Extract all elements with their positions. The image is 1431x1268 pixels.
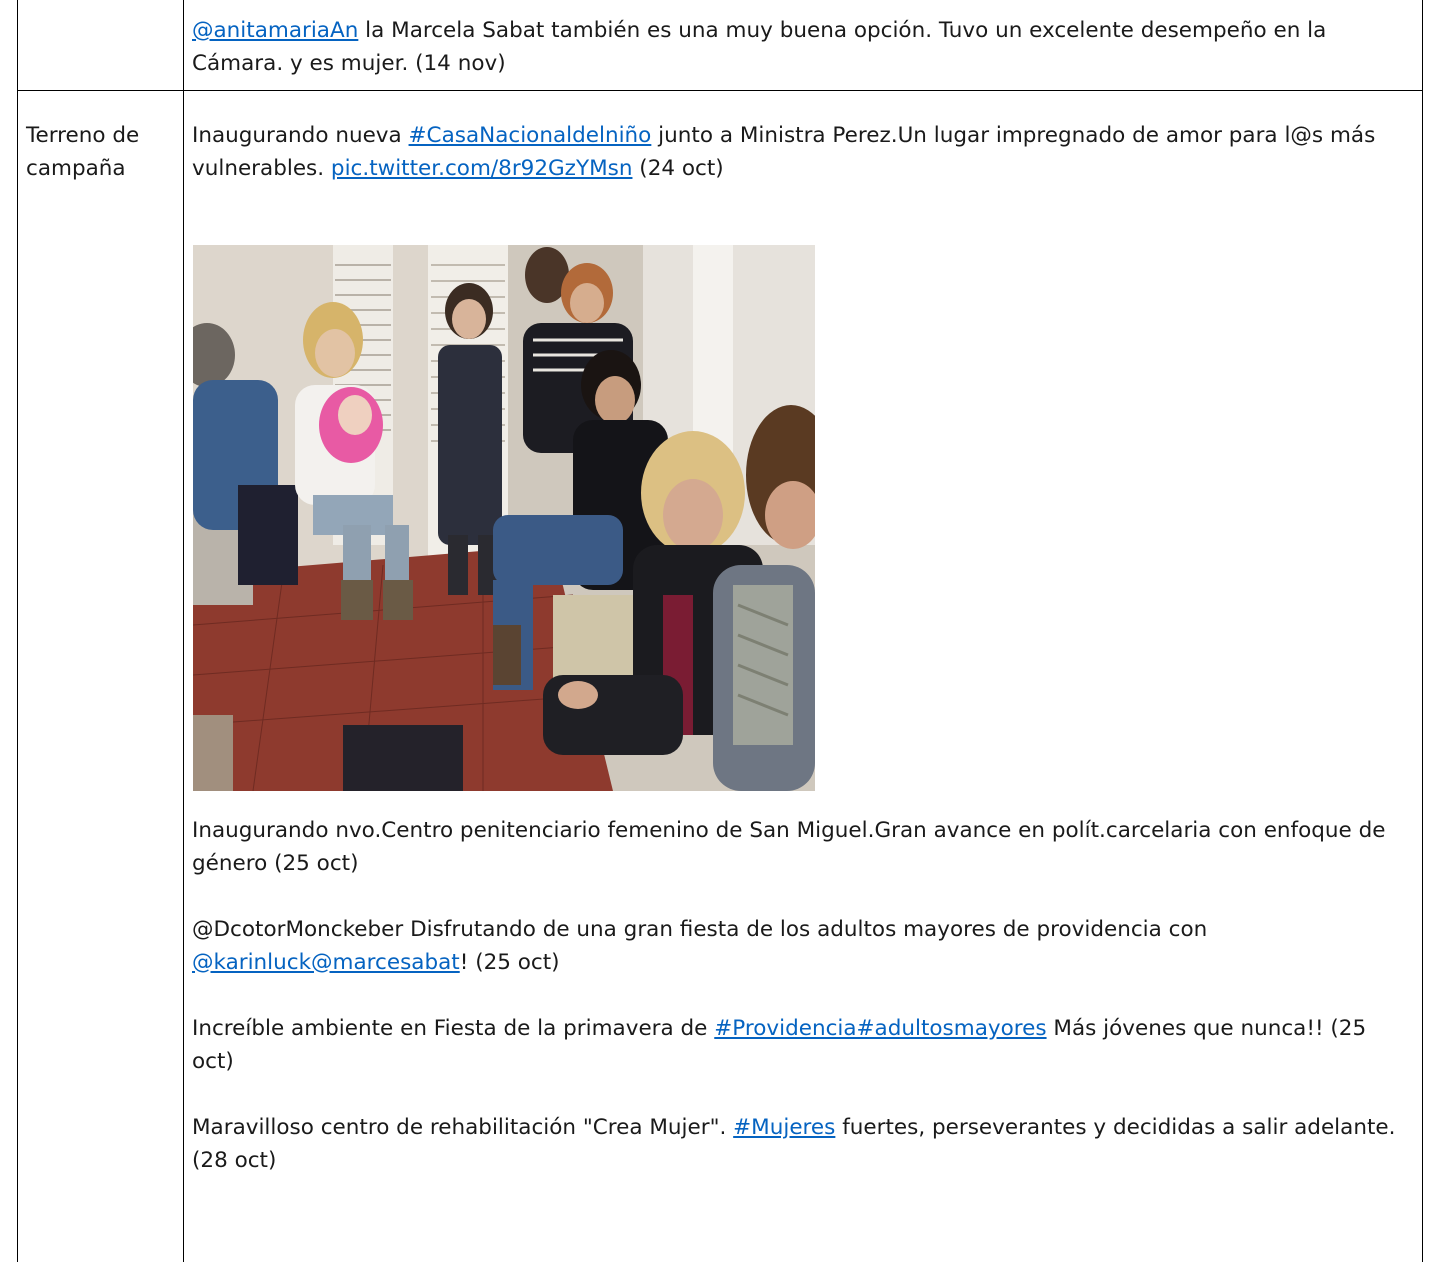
table-row: @anitamariaAn la Marcela Sabat también e… [17, 0, 1423, 91]
pic-twitter-link[interactable]: pic.twitter.com/8r92GzYMsn [331, 156, 633, 181]
tweet-entry: @DcotorMonckeber Disfrutando de una gran… [192, 913, 1414, 979]
tweet-entry: Increíble ambiente en Fiesta de la prima… [192, 1012, 1414, 1078]
tweet-entry: Inaugurando nvo.Centro penitenciario fem… [192, 814, 1414, 880]
tweet-text: @DcotorMonckeber Disfrutando de una gran… [192, 916, 1208, 942]
document-table: @anitamariaAn la Marcela Sabat también e… [17, 0, 1423, 1262]
tweet-text: Inaugurando nueva [192, 122, 409, 148]
row-label-cell [17, 0, 184, 91]
tweet-text: Inaugurando nvo.Centro penitenciario fem… [192, 817, 1386, 876]
tweet-text: la Marcela Sabat también es una muy buen… [192, 18, 1327, 76]
mention-link[interactable]: @karinluck@marcesabat [192, 950, 460, 975]
tweet-date: (24 oct) [632, 155, 724, 181]
mention-link[interactable]: @anitamariaAn [192, 18, 358, 43]
row-label-cell: Terreno de campaña [17, 89, 184, 1262]
tweet-text: Increíble ambiente en Fiesta de la prima… [192, 1015, 715, 1041]
event-photo [193, 244, 815, 791]
tweet-entry: Maravilloso centro de rehabilitación "Cr… [192, 1111, 1414, 1177]
tweet-entry: @anitamariaAn la Marcela Sabat también e… [192, 14, 1414, 80]
hashtag-link[interactable]: #CasaNacionaldelniño [409, 123, 652, 148]
tweets-cell: Inaugurando nueva #CasaNacionaldelniño j… [183, 89, 1423, 1262]
tweet-date: ! (25 oct) [459, 949, 560, 975]
tweet-text: Maravilloso centro de rehabilitación "Cr… [192, 1114, 734, 1140]
table-row: Terreno de campaña Inaugurando nueva #Ca… [17, 89, 1423, 1262]
hashtag-link[interactable]: #Providencia#adultosmayores [714, 1016, 1046, 1041]
tweets-cell: @anitamariaAn la Marcela Sabat también e… [183, 0, 1423, 91]
tweet-entry: Inaugurando nueva #CasaNacionaldelniño j… [192, 119, 1414, 185]
hashtag-link[interactable]: #Mujeres [733, 1115, 835, 1140]
